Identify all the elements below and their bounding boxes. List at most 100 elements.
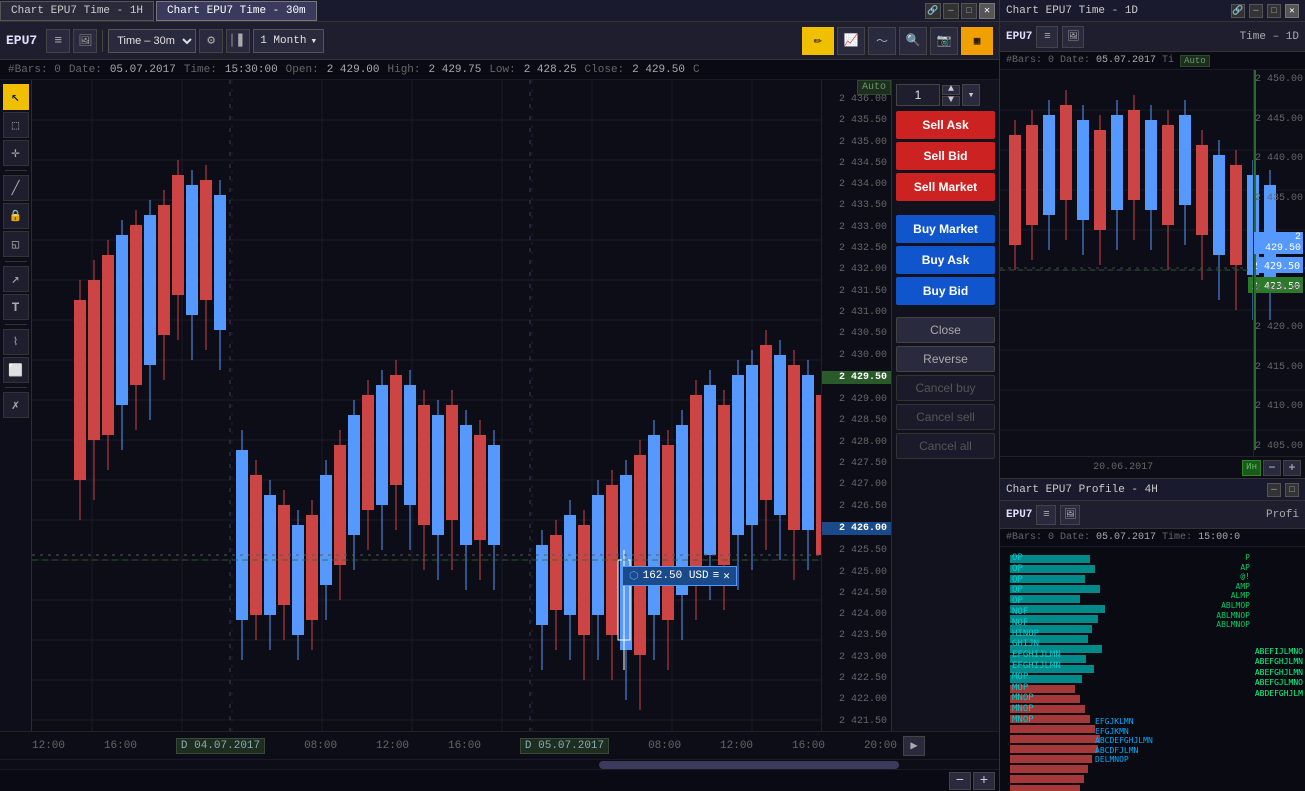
magnify-icon[interactable]: 🔍 [899,27,927,55]
qty-dropdown-btn[interactable]: ▾ [962,84,980,106]
select-tool[interactable]: ⬚ [3,112,29,138]
position-edit-icon[interactable]: ≡ [713,570,720,582]
right-hamburger[interactable]: ≡ [1036,26,1058,48]
open-label: Open: [286,64,319,76]
crosshair-tool[interactable]: ✛ [3,140,29,166]
chart-type-icon[interactable]: ▏▋ [226,29,250,53]
rect-tool[interactable]: ⬜ [3,357,29,383]
hamburger-icon[interactable]: ≡ [46,29,70,53]
date-05: D 05.07.2017 [520,738,609,754]
profile-title: Chart EPU7 Profile - 4H [1006,484,1263,496]
wave-icon[interactable]: 〜 [868,27,896,55]
maximize-btn[interactable]: □ [961,3,977,19]
sell-bid-btn[interactable]: Sell Bid [896,142,995,170]
profile-hamburger[interactable]: ≡ [1036,505,1056,525]
link-icon[interactable]: 🔗 [925,3,941,19]
settings-icon[interactable]: ⚙ [199,29,223,53]
chart-info-bar: #Bars: 0 Date: 05.07.2017 Time: 15:30:00… [0,60,999,80]
time-16: 16:00 [104,740,137,752]
quantity-input[interactable] [896,84,940,106]
qty-down-btn[interactable]: ▼ [942,96,960,106]
right-zoom-plus[interactable]: + [1283,460,1301,476]
camera-icon[interactable]: 📷 [930,27,958,55]
right-indicator-box: Ин [1242,460,1261,476]
scroll-bar[interactable] [0,759,999,769]
minimize-btn2[interactable]: ─ [1249,4,1263,18]
price-2426-5: 2 426.50 [822,501,891,512]
right-chart-titlebar: Chart EPU7 Time - 1D 🔗 ─ □ ✕ [1000,0,1305,22]
price-2435: 2 435.00 [822,137,891,148]
price-2430: 2 430.00 [822,350,891,361]
price-2434: 2 434.00 [822,179,891,190]
price-axis: Auto 2 436.00 2 435.50 2 435.00 2 434.50… [821,80,891,731]
timeframe-select[interactable]: Time – 30m Time – 1H Time – 1D [108,29,196,53]
price-2429-5-current: 2 429.50 [822,371,891,384]
fib-tool[interactable]: ⌇ [3,329,29,355]
tab-30m[interactable]: Chart EPU7 Time - 30m [156,1,317,21]
arrow-tool[interactable]: ↗ [3,266,29,292]
cursor-tool[interactable]: ↖ [3,84,29,110]
profile-titlebar: Chart EPU7 Profile - 4H ─ □ [1000,479,1305,501]
chart-svg [32,80,821,731]
price-2432-5: 2 432.50 [822,243,891,254]
price-2429: 2 429.00 [822,394,891,405]
time-12c: 12:00 [720,740,753,752]
close-btn[interactable]: ✕ [979,3,995,19]
qty-up-btn[interactable]: ▲ [942,85,960,95]
right-chart-icon[interactable]: 🖼 [1062,26,1084,48]
date-label: Date: [69,64,102,76]
delete-tool[interactable]: ✗ [3,392,29,418]
maximize-btn2[interactable]: □ [1267,4,1281,18]
text-tool[interactable]: T [3,294,29,320]
lock-tool[interactable]: 🔒 [3,203,29,229]
price-2421-5: 2 421.50 [822,716,891,727]
line-tool[interactable]: ╱ [3,175,29,201]
close-val: 2 429.50 [632,64,685,76]
scroll-right-btn[interactable]: ▶ [903,736,925,756]
profile-chart-icon[interactable]: 🖼 [1060,505,1080,525]
pencil-tool[interactable]: ✏ [802,27,834,55]
main-chart-canvas[interactable]: ⬡ 162.50 USD ≡ ✕ ↖ [32,80,821,731]
sell-ask-btn[interactable]: Sell Ask [896,111,995,139]
position-icon: ⬡ [629,569,639,583]
sell-market-btn[interactable]: Sell Market [896,173,995,201]
buy-market-btn[interactable]: Buy Market [896,215,995,243]
buy-ask-btn[interactable]: Buy Ask [896,246,995,274]
chart-icon[interactable]: 🖼 [73,29,97,53]
price-2432: 2 432.00 [822,264,891,275]
maximize-btn3[interactable]: □ [1285,483,1299,497]
right-chart-title: Chart EPU7 Time - 1D [1006,5,1227,17]
link-icon2[interactable]: 🔗 [1231,4,1245,18]
scroll-thumb[interactable] [599,761,899,769]
close-btn-order[interactable]: Close [896,317,995,343]
right-zoom-minus[interactable]: − [1263,460,1281,476]
price-2426-current: 2 426.00 [822,522,891,535]
cancel-all-btn[interactable]: Cancel all [896,433,995,459]
zoom-plus-btn[interactable]: + [973,772,995,790]
buy-bid-btn[interactable]: Buy Bid [896,277,995,305]
cancel-buy-btn[interactable]: Cancel buy [896,375,995,401]
right-info-bar: #Bars: 0 Date: 05.07.2017 Ti Auto [1000,52,1305,70]
price-2422: 2 422.00 [822,694,891,705]
profile-canvas[interactable]: OP OP OP OP OP NOF NOF HINOP GHIJN EFGHI… [1000,547,1305,791]
open-val: 2 429.00 [327,64,380,76]
cancel-sell-btn[interactable]: Cancel sell [896,404,995,430]
time-val: 15:30:00 [225,64,278,76]
date-04: D 04.07.2017 [176,738,265,754]
right-auto-btn[interactable]: Auto [1180,55,1210,67]
highlight-tool[interactable]: ▦ [961,27,993,55]
close-btn2[interactable]: ✕ [1285,4,1299,18]
minimize-btn[interactable]: ─ [943,3,959,19]
draw-tool2[interactable]: ◱ [3,231,29,257]
right-chart-canvas[interactable]: 2 429.50 2 423.50 2 450.00 2 445.00 2 44… [1000,70,1305,456]
right-price-axis: 2 450.00 2 445.00 2 440.00 2 435.00 2 42… [1253,70,1305,456]
zoom-minus-btn[interactable]: − [949,772,971,790]
period-dropdown[interactable]: 1 Month ▾ [253,29,324,53]
position-close-icon[interactable]: ✕ [723,569,730,583]
reverse-btn[interactable]: Reverse [896,346,995,372]
minimize-btn3[interactable]: ─ [1267,483,1281,497]
tab-1h[interactable]: Chart EPU7 Time - 1H [0,1,154,21]
date-val: 05.07.2017 [110,64,176,76]
low-label: Low: [489,64,515,76]
bar-chart-icon[interactable]: 📈 [837,27,865,55]
